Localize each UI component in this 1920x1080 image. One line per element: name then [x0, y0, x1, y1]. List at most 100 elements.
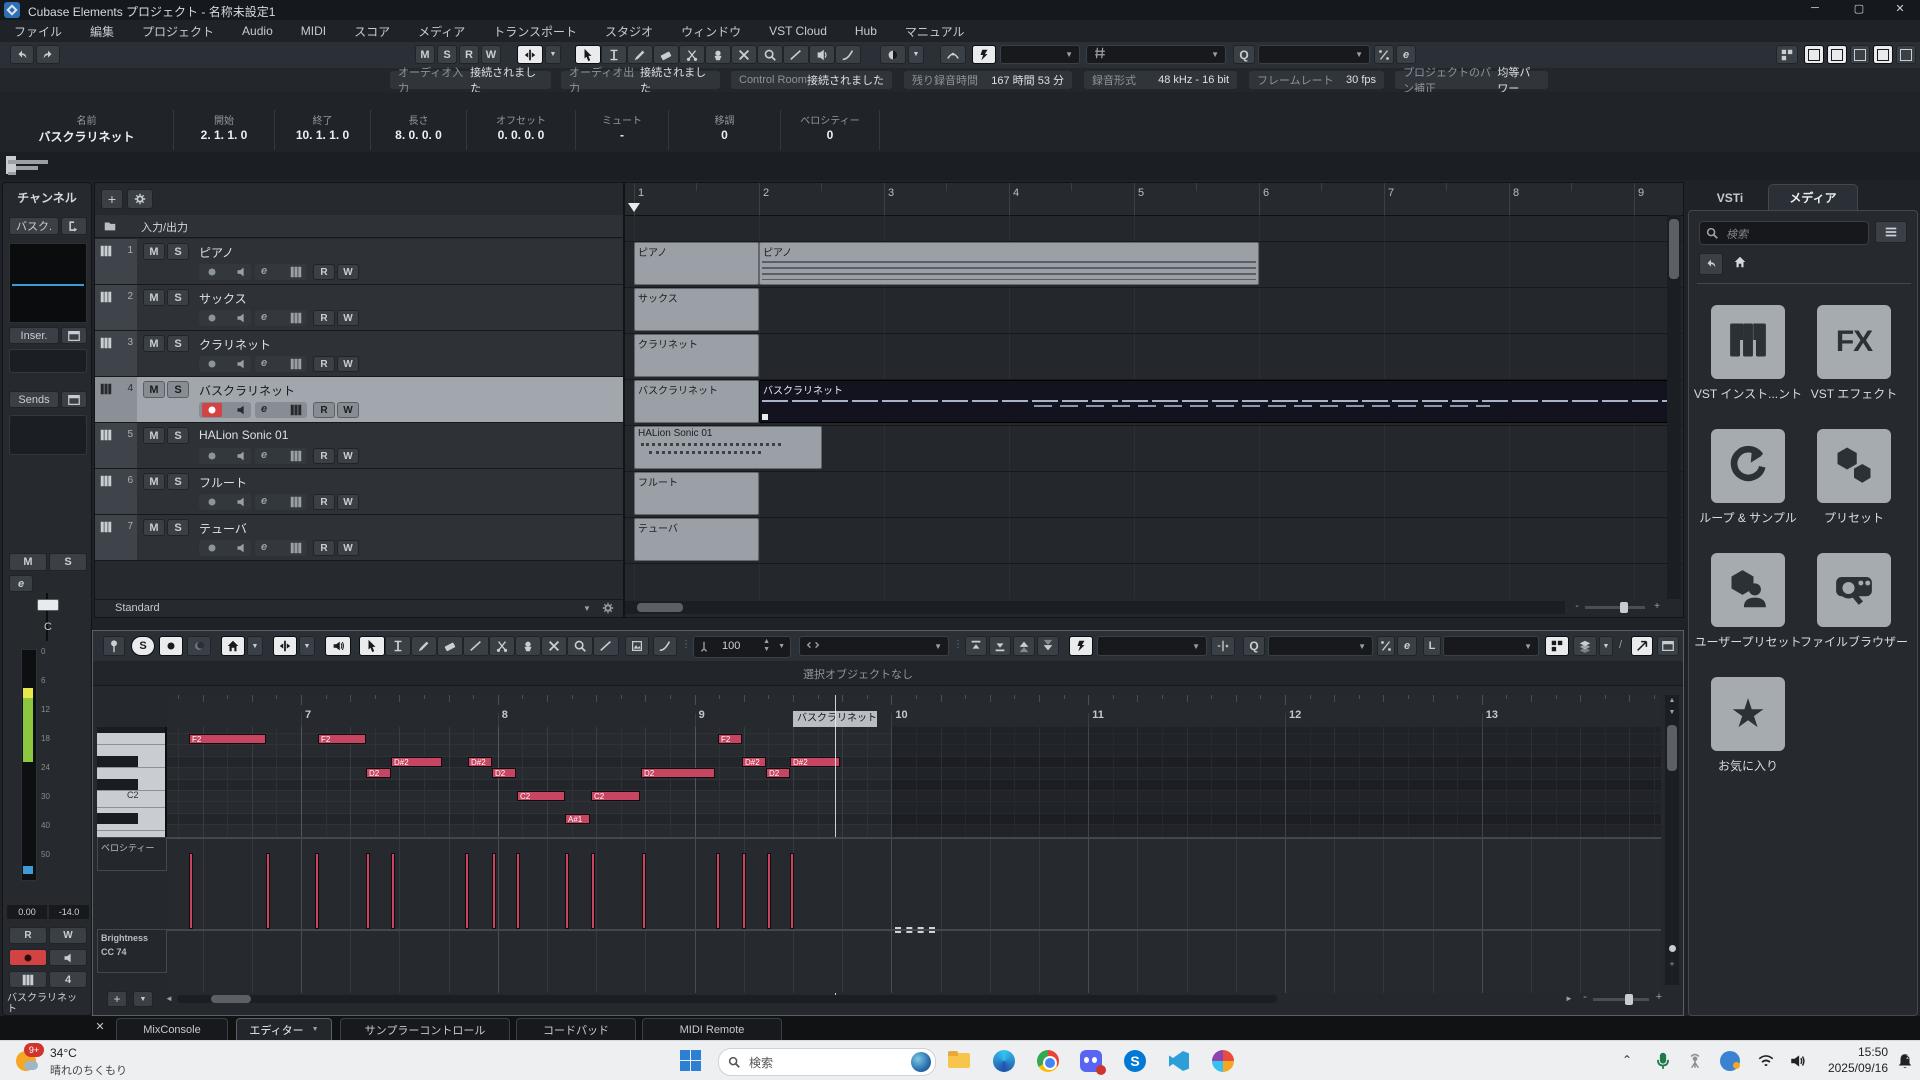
- cubase-taskbar-icon[interactable]: [1211, 1049, 1235, 1073]
- edit-channel-icon[interactable]: e: [261, 403, 267, 415]
- velocity-bar[interactable]: [716, 853, 720, 929]
- fader-handle[interactable]: [37, 599, 59, 611]
- chevron-down-icon[interactable]: ▼: [312, 1026, 319, 1033]
- open-in-window-button[interactable]: [1631, 636, 1653, 656]
- inspector-tab-bus[interactable]: バスク.: [9, 217, 59, 235]
- timeline-v-scrollbar-thumb[interactable]: [1669, 219, 1679, 279]
- editor-zoom-out[interactable]: -: [1579, 991, 1591, 1007]
- nudge-up-button[interactable]: [965, 636, 987, 656]
- velocity-value[interactable]: 100: [722, 640, 740, 652]
- file-explorer-icon[interactable]: [947, 1049, 971, 1073]
- color-tool[interactable]: [880, 45, 906, 64]
- midi-note[interactable]: D#2: [391, 757, 442, 767]
- chevron-down-icon[interactable]: ▼: [778, 643, 785, 650]
- editor-line-tool[interactable]: [593, 636, 619, 656]
- track-mute-button[interactable]: M: [143, 289, 165, 306]
- velocity-bar[interactable]: [189, 853, 193, 929]
- sends-bypass-button[interactable]: [61, 391, 87, 408]
- menu-item-1[interactable]: ファイル: [0, 19, 76, 44]
- pin-button[interactable]: [103, 636, 125, 656]
- quantize-edit-button[interactable]: e: [1396, 45, 1416, 64]
- track-presets-button[interactable]: [127, 189, 153, 209]
- edit-channel-icon[interactable]: e: [261, 357, 267, 369]
- record-enable-icon[interactable]: [202, 541, 222, 555]
- midi-event[interactable]: バスクラリネット: [759, 380, 1673, 423]
- inserts-bypass-button[interactable]: [61, 327, 87, 344]
- midi-event[interactable]: クラリネット: [634, 334, 759, 377]
- menu-item-10[interactable]: ウィンドウ: [667, 19, 755, 44]
- record-in-editor-button[interactable]: [159, 636, 183, 656]
- instrument-button[interactable]: [9, 971, 47, 988]
- snap-button[interactable]: [972, 45, 996, 64]
- glue-tool[interactable]: [705, 45, 731, 64]
- black-key-A#1[interactable]: [97, 813, 138, 824]
- menu-item-2[interactable]: 編集: [76, 19, 128, 44]
- velocity-bar[interactable]: [591, 853, 595, 929]
- menu-item-8[interactable]: トランスポート: [479, 19, 591, 44]
- editor-glue-tool[interactable]: [515, 636, 541, 656]
- track-mute-button[interactable]: M: [143, 427, 165, 444]
- velocity-bar[interactable]: [315, 853, 319, 929]
- menu-item-12[interactable]: Hub: [841, 20, 891, 42]
- timeline-h-scrollbar-thumb[interactable]: [637, 603, 683, 612]
- automation-r-button[interactable]: R: [459, 45, 479, 64]
- antenna-icon[interactable]: [1686, 1051, 1704, 1071]
- automation-s-button[interactable]: S: [437, 45, 457, 64]
- monitor-icon[interactable]: [234, 541, 248, 560]
- media-tile-star[interactable]: ★: [1711, 677, 1785, 751]
- close-lower-zone-button[interactable]: ✕: [92, 1020, 108, 1036]
- rack-list-view-button[interactable]: [1875, 221, 1907, 243]
- skype-icon[interactable]: S: [1123, 1049, 1147, 1073]
- editor-line-tool[interactable]: [463, 636, 489, 656]
- tray-chevron-icon[interactable]: ⌃: [1622, 1053, 1632, 1067]
- monitor-button[interactable]: [49, 949, 87, 966]
- track-solo-button[interactable]: S: [167, 519, 189, 536]
- rack-search-input[interactable]: 検索: [1699, 221, 1869, 245]
- instrument-icon[interactable]: [289, 403, 303, 422]
- info-field-1[interactable]: 名前バスクラリネット: [0, 110, 174, 150]
- instrument-icon[interactable]: [289, 311, 303, 330]
- editor-v-scroll-up[interactable]: ▲: [1667, 697, 1677, 707]
- grid-mode-dropdown[interactable]: ▼: [1086, 45, 1226, 64]
- info-field-5[interactable]: オフセット0. 0. 0. 0: [467, 110, 576, 150]
- monitor-icon[interactable]: [234, 403, 248, 422]
- chrome-icon[interactable]: [1036, 1049, 1060, 1073]
- monitor-icon[interactable]: [234, 311, 248, 330]
- edit-channel-icon[interactable]: e: [261, 311, 267, 323]
- swing-button[interactable]: [1374, 45, 1394, 64]
- auto-scroll-button[interactable]: [517, 45, 543, 64]
- piano-keyboard[interactable]: C2: [97, 727, 167, 837]
- midi-event[interactable]: ピアノ: [759, 242, 1259, 285]
- info-field-value[interactable]: 10. 1. 1. 0: [275, 128, 370, 142]
- timeline-ruler[interactable]: [625, 183, 1683, 216]
- info-field-value[interactable]: 8. 0. 0. 0: [371, 128, 466, 142]
- record-enable-icon[interactable]: [202, 265, 222, 279]
- edit-channel-icon[interactable]: e: [261, 449, 267, 461]
- vscode-icon[interactable]: [1167, 1049, 1191, 1073]
- add-lane-button[interactable]: +: [107, 991, 127, 1007]
- editor-v-scroll-down[interactable]: ▼: [1667, 709, 1677, 719]
- mute-tool[interactable]: [731, 45, 757, 64]
- ramp-tool[interactable]: [835, 45, 861, 64]
- cc-lane[interactable]: [167, 929, 1661, 993]
- track-mute-button[interactable]: M: [143, 335, 165, 352]
- editor-solo-button[interactable]: S: [131, 636, 155, 656]
- edit-channel-icon[interactable]: e: [261, 495, 267, 507]
- menu-item-4[interactable]: Audio: [228, 20, 287, 42]
- acoustic-feedback-button[interactable]: [325, 636, 351, 656]
- quantize-dropdown[interactable]: ▼: [1258, 45, 1370, 64]
- edit-channel-icon[interactable]: e: [261, 265, 267, 277]
- editor-zoom-in[interactable]: +: [1653, 991, 1665, 1007]
- midi-note[interactable]: D#2: [742, 757, 766, 767]
- length-quantize-dropdown[interactable]: ▼: [1443, 636, 1539, 656]
- color-tool-dropdown[interactable]: ▼: [908, 45, 924, 64]
- channel-mute-button[interactable]: M: [9, 553, 47, 571]
- workspace-grid-button[interactable]: [1776, 45, 1798, 64]
- midi-event[interactable]: フルート: [634, 472, 759, 515]
- midi-note[interactable]: F2: [318, 734, 366, 744]
- project-cursor-marker[interactable]: [628, 203, 640, 212]
- tray-app-icon[interactable]: [1720, 1051, 1740, 1071]
- velocity-lane[interactable]: [167, 837, 1661, 931]
- menu-item-3[interactable]: プロジェクト: [128, 19, 228, 44]
- track-write-button[interactable]: W: [337, 540, 359, 556]
